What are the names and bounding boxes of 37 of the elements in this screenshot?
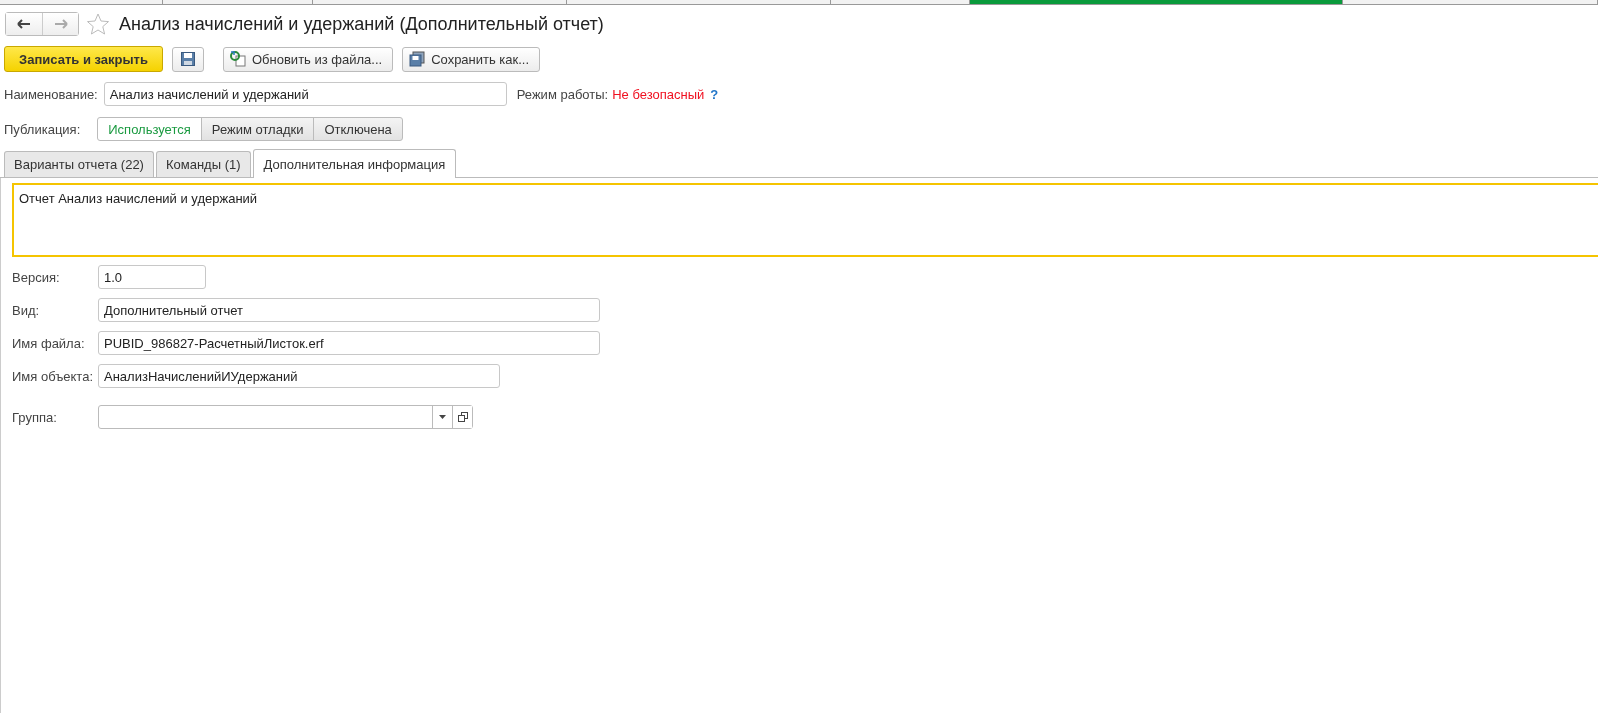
input-field[interactable]: АнализНачисленийИУдержаний	[98, 364, 500, 388]
publication-option[interactable]: Режим отладки	[200, 117, 315, 141]
star-icon[interactable]	[87, 13, 109, 35]
tab[interactable]: Варианты отчета (22)	[4, 151, 154, 177]
window-tab[interactable]	[970, 0, 1343, 4]
input-field[interactable]: Дополнительный отчет	[98, 298, 600, 322]
field-label: Вид:	[12, 302, 41, 318]
update-from-file-button[interactable]: Обновить из файла...	[223, 46, 394, 72]
field-label: Версия:	[12, 269, 61, 285]
input-field[interactable]: PUBID_986827-РасчетныйЛисток.erf	[98, 331, 600, 355]
file-refresh-icon	[230, 51, 246, 67]
field-label: Группа:	[12, 409, 58, 425]
field-label: Публикация:	[4, 121, 81, 137]
back-button[interactable]	[6, 13, 42, 35]
field-label: Наименование:	[4, 86, 98, 102]
publication-option[interactable]: Отключена	[313, 117, 403, 141]
tab[interactable]: Команды (1)	[155, 151, 251, 177]
input-field[interactable]: 1.0	[98, 265, 206, 289]
help-link[interactable]: ?	[710, 86, 719, 102]
save-as-button[interactable]: Сохранить как...	[402, 46, 541, 72]
group-select-field[interactable]	[98, 405, 473, 429]
name-input-field[interactable]: Анализ начислений и удержаний	[103, 82, 507, 106]
publication-option[interactable]: Используется	[97, 117, 202, 141]
window-title: Анализ начислений и удержаний (Дополнительный отчет)	[119, 13, 604, 35]
open-button[interactable]	[452, 406, 472, 428]
mode-label: Режим работы:	[516, 86, 609, 102]
description-text-area[interactable]: Отчет Анализ начислений и удержаний	[12, 183, 1598, 257]
tab[interactable]: Дополнительная информация	[252, 149, 457, 178]
save-button[interactable]	[172, 46, 204, 72]
right-arrow-icon	[53, 19, 68, 29]
caret-icon	[439, 415, 446, 419]
copy-icon	[457, 412, 468, 422]
mode-value: Не безопасный	[612, 86, 705, 102]
save-and-close-button[interactable]: Записать и закрыть	[4, 46, 163, 72]
field-label: Имя объекта:	[12, 368, 94, 384]
field-label: Имя файла:	[12, 335, 86, 351]
left-arrow-icon	[17, 19, 31, 29]
